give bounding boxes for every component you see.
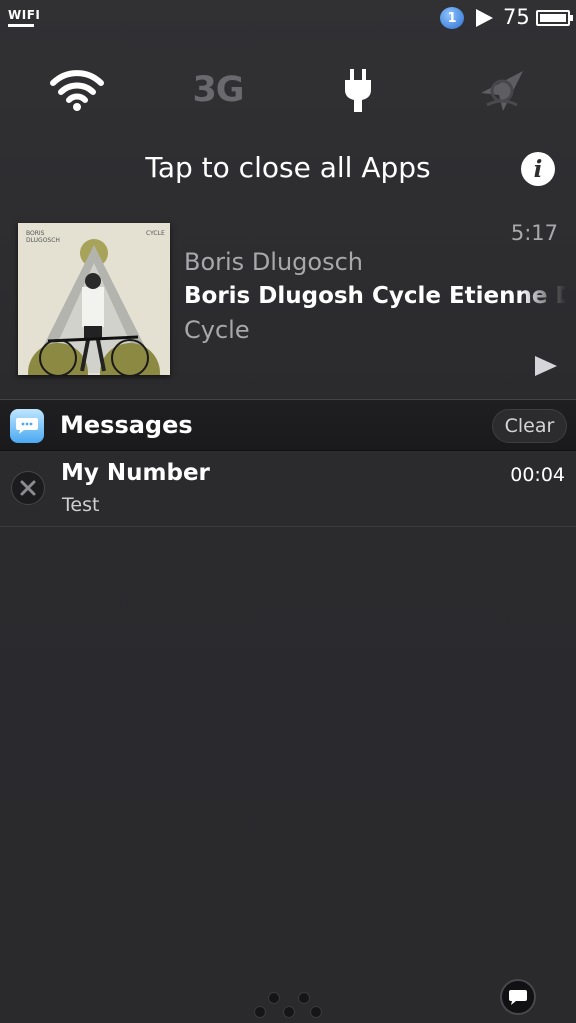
battery-icon bbox=[536, 10, 570, 26]
dismiss-button[interactable] bbox=[11, 471, 45, 505]
power-toggle[interactable] bbox=[332, 62, 384, 118]
chat-bubble-glyph bbox=[509, 989, 527, 1005]
chat-bubble-icon[interactable] bbox=[500, 979, 536, 1015]
notification-center: WIFI 1 75 3G Tap to close all Apps i BOR… bbox=[0, 0, 576, 1023]
clear-button[interactable]: Clear bbox=[492, 409, 567, 443]
svg-text:DLUGOSCH: DLUGOSCH bbox=[26, 237, 60, 244]
quick-toggles: 3G bbox=[0, 62, 576, 118]
location-icon bbox=[481, 71, 523, 111]
notification-badge-icon: 1 bbox=[440, 7, 464, 29]
album-art-graphic: BORIS DLUGOSCH CYCLE bbox=[18, 223, 170, 375]
power-plug-icon bbox=[345, 69, 371, 112]
messages-app-icon bbox=[10, 409, 44, 443]
info-icon[interactable]: i bbox=[521, 152, 555, 186]
message-body: Test bbox=[62, 494, 100, 516]
close-icon bbox=[20, 480, 36, 496]
badge-count: 1 bbox=[447, 10, 457, 26]
page-dot bbox=[298, 992, 310, 1004]
page-dot bbox=[268, 992, 280, 1004]
svg-text:BORIS: BORIS bbox=[26, 230, 45, 237]
message-time: 00:04 bbox=[510, 464, 565, 486]
close-all-apps-row: Tap to close all Apps i bbox=[0, 145, 576, 193]
messages-section-title: Messages bbox=[60, 411, 193, 439]
battery-level bbox=[540, 14, 566, 22]
carrier-label: WIFI bbox=[8, 8, 41, 22]
status-bar: WIFI 1 75 bbox=[0, 0, 576, 36]
location-toggle[interactable] bbox=[474, 62, 530, 118]
play-icon bbox=[476, 9, 493, 27]
track-duration: 5:17 bbox=[510, 221, 558, 245]
track-artist: Boris Dlugosch bbox=[184, 248, 364, 276]
battery-percent: 75 bbox=[503, 5, 530, 29]
svg-text:CYCLE: CYCLE bbox=[146, 230, 165, 237]
message-notification[interactable]: My Number 00:04 Test bbox=[0, 452, 576, 527]
wifi-icon bbox=[50, 70, 104, 111]
wifi-toggle[interactable] bbox=[42, 62, 112, 118]
page-dot bbox=[310, 1006, 322, 1018]
cellular-label: 3G bbox=[192, 70, 244, 110]
battery-tip bbox=[570, 15, 573, 21]
carrier-underline bbox=[8, 24, 34, 27]
track-title: Boris Dlugosh Cycle Etienne De Crecy Rem… bbox=[184, 283, 566, 309]
page-dot bbox=[254, 1006, 266, 1018]
speech-bubble-icon bbox=[16, 418, 38, 434]
message-sender: My Number bbox=[61, 460, 210, 486]
messages-section-header[interactable]: Messages Clear bbox=[0, 399, 576, 451]
page-dot bbox=[283, 1006, 295, 1018]
play-button[interactable] bbox=[533, 354, 559, 378]
album-art: BORIS DLUGOSCH CYCLE bbox=[18, 223, 170, 375]
page-dots-icon[interactable] bbox=[252, 990, 324, 1022]
close-all-apps-button[interactable]: Tap to close all Apps bbox=[0, 151, 576, 184]
track-album: Cycle bbox=[184, 316, 250, 344]
cellular-toggle[interactable]: 3G bbox=[182, 62, 254, 118]
now-playing-widget[interactable]: BORIS DLUGOSCH CYCLE 5:17 Boris Dlugosch… bbox=[0, 218, 576, 383]
